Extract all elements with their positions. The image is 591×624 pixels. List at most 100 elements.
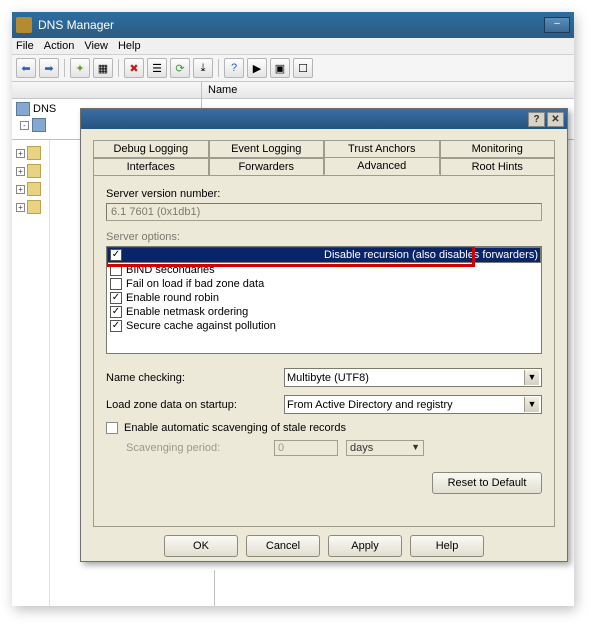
apply-button[interactable]: Apply: [328, 535, 402, 557]
help-button[interactable]: Help: [410, 535, 484, 557]
context-help-button[interactable]: ?: [528, 112, 545, 127]
tab-root-hints[interactable]: Root Hints: [440, 158, 556, 176]
separator: [64, 59, 65, 77]
menu-help[interactable]: Help: [118, 40, 141, 52]
server-options-list[interactable]: ✓ Disable recursion (also disables forwa…: [106, 246, 542, 354]
scavenging-period-row: Scavenging period: 0 days ▼: [106, 440, 542, 456]
scavenging-period-value: 0: [274, 440, 338, 456]
expand-icon[interactable]: +: [16, 203, 25, 212]
help-button[interactable]: ?: [224, 58, 244, 78]
tab-event-logging[interactable]: Event Logging: [209, 140, 325, 158]
tab-trust-anchors[interactable]: Trust Anchors: [324, 140, 440, 158]
tab-forwarders[interactable]: Forwarders: [209, 158, 325, 176]
titlebar: DNS Manager –: [12, 12, 574, 38]
folder-icon: [27, 164, 41, 178]
window-title: DNS Manager: [38, 18, 542, 32]
action2-button[interactable]: ▣: [270, 58, 290, 78]
expand-icon[interactable]: +: [16, 167, 25, 176]
option-bind-secondaries[interactable]: BIND secondaries: [107, 263, 541, 277]
delete-button[interactable]: ✖: [124, 58, 144, 78]
folder-icon: [27, 182, 41, 196]
divider: [214, 570, 215, 606]
close-button[interactable]: ✕: [547, 112, 564, 127]
option-netmask[interactable]: ✓ Enable netmask ordering: [107, 305, 541, 319]
dialog-button-row: OK Cancel Apply Help: [93, 527, 555, 559]
menu-file[interactable]: File: [16, 40, 34, 52]
option-fail-on-load[interactable]: Fail on load if bad zone data: [107, 277, 541, 291]
tab-row-1: Debug Logging Event Logging Trust Anchor…: [93, 139, 555, 157]
export-button[interactable]: ⤓: [193, 58, 213, 78]
minimize-button[interactable]: –: [544, 17, 570, 33]
option-label: Secure cache against pollution: [126, 320, 276, 332]
app-window: DNS Manager – File Action View Help ⬅ ➡ …: [12, 12, 574, 606]
option-label: BIND secondaries: [126, 264, 215, 276]
reset-to-default-button[interactable]: Reset to Default: [432, 472, 542, 494]
checkbox-icon[interactable]: [110, 278, 122, 290]
menubar: File Action View Help: [12, 38, 574, 55]
chevron-down-icon: ▼: [524, 370, 539, 385]
checkbox-icon[interactable]: ✓: [110, 292, 122, 304]
collapse-icon[interactable]: -: [20, 121, 29, 130]
server-icon: [32, 118, 46, 132]
option-secure-cache[interactable]: ✓ Secure cache against pollution: [107, 319, 541, 333]
name-checking-row: Name checking: Multibyte (UTF8) ▼: [106, 368, 542, 387]
menu-view[interactable]: View: [84, 40, 108, 52]
scavenging-check-label: Enable automatic scavenging of stale rec…: [124, 422, 346, 434]
checkbox-icon[interactable]: ✓: [110, 306, 122, 318]
checkbox-icon[interactable]: ✓: [110, 320, 122, 332]
expand-icon[interactable]: +: [16, 149, 25, 158]
name-column-header[interactable]: Name: [202, 82, 574, 99]
action3-button[interactable]: ☐: [293, 58, 313, 78]
tab-interfaces[interactable]: Interfaces: [93, 158, 209, 176]
checkbox-icon[interactable]: [106, 422, 118, 434]
properties-button[interactable]: ☰: [147, 58, 167, 78]
scavenging-period-label: Scavenging period:: [126, 442, 266, 454]
checkbox-icon[interactable]: ✓: [110, 249, 122, 261]
tree-root-label: DNS: [33, 103, 56, 115]
advanced-panel: Server version number: 6.1 7601 (0x1db1)…: [93, 175, 555, 527]
dns-icon: [16, 102, 30, 116]
properties-dialog: ? ✕ Debug Logging Event Logging Trust An…: [80, 108, 568, 562]
option-label: Enable netmask ordering: [126, 306, 248, 318]
dialog-body: Debug Logging Event Logging Trust Anchor…: [81, 129, 567, 565]
tab-advanced[interactable]: Advanced: [324, 157, 440, 175]
chevron-down-icon: ▼: [411, 442, 420, 454]
expand-icon[interactable]: +: [16, 185, 25, 194]
chevron-down-icon: ▼: [524, 397, 539, 412]
server-version-value: 6.1 7601 (0x1db1): [106, 203, 542, 221]
load-zone-value: From Active Directory and registry: [287, 399, 453, 411]
tree-continuation: + + + +: [12, 140, 50, 606]
server-options-label: Server options:: [106, 231, 542, 243]
option-round-robin[interactable]: ✓ Enable round robin: [107, 291, 541, 305]
option-label: Disable recursion (also disables forward…: [324, 249, 538, 261]
refresh-button[interactable]: ⟳: [170, 58, 190, 78]
cancel-button[interactable]: Cancel: [246, 535, 320, 557]
folder-icon: [27, 146, 41, 160]
checkbox-icon[interactable]: [110, 264, 122, 276]
new-button[interactable]: ✦: [70, 58, 90, 78]
back-button[interactable]: ⬅: [16, 58, 36, 78]
option-disable-recursion[interactable]: ✓ Disable recursion (also disables forwa…: [107, 247, 541, 263]
show-button[interactable]: ▦: [93, 58, 113, 78]
scavenging-unit: days: [350, 442, 373, 454]
ok-button[interactable]: OK: [164, 535, 238, 557]
app-icon: [16, 17, 32, 33]
load-zone-row: Load zone data on startup: From Active D…: [106, 395, 542, 414]
option-label: Enable round robin: [126, 292, 219, 304]
load-zone-select[interactable]: From Active Directory and registry ▼: [284, 395, 542, 414]
forward-button[interactable]: ➡: [39, 58, 59, 78]
name-checking-label: Name checking:: [106, 372, 276, 384]
dialog-titlebar: ? ✕: [81, 109, 567, 129]
scavenging-period-unit-select: days ▼: [346, 440, 424, 456]
tab-debug-logging[interactable]: Debug Logging: [93, 140, 209, 158]
action1-button[interactable]: ▶: [247, 58, 267, 78]
name-checking-value: Multibyte (UTF8): [287, 372, 369, 384]
menu-action[interactable]: Action: [44, 40, 75, 52]
load-zone-label: Load zone data on startup:: [106, 399, 276, 411]
separator: [118, 59, 119, 77]
tab-monitoring[interactable]: Monitoring: [440, 140, 556, 158]
option-label: Fail on load if bad zone data: [126, 278, 264, 290]
separator: [218, 59, 219, 77]
scavenging-check-row[interactable]: Enable automatic scavenging of stale rec…: [106, 422, 542, 434]
name-checking-select[interactable]: Multibyte (UTF8) ▼: [284, 368, 542, 387]
